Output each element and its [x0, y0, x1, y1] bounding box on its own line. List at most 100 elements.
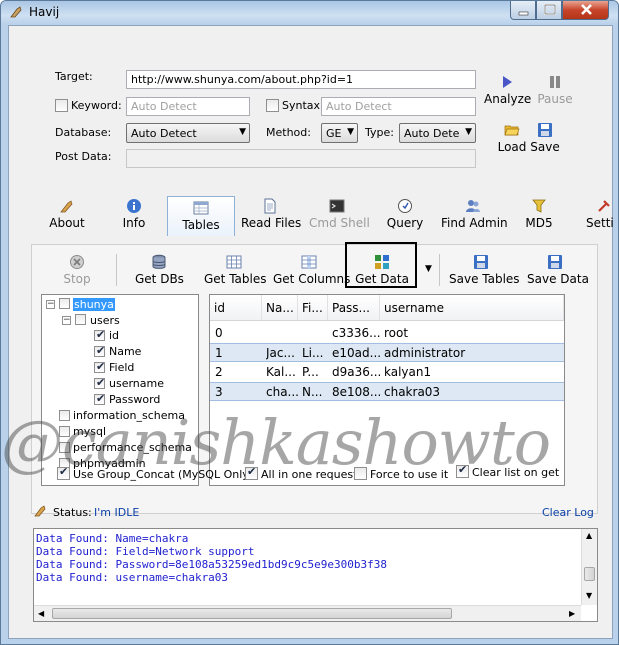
- get-data-button[interactable]: Get Data: [354, 254, 410, 286]
- chevron-down-icon: ▼: [465, 127, 472, 137]
- tab-find-admin[interactable]: Find Admin: [441, 198, 508, 230]
- tree-node-column[interactable]: Field: [109, 361, 134, 374]
- tree-node-column[interactable]: Name: [109, 345, 141, 358]
- grid-cell: P...: [302, 365, 319, 379]
- grid-cell: chakra03: [384, 385, 441, 399]
- grid-cell: kalyan1: [384, 365, 432, 379]
- pause-label: Pause: [537, 92, 573, 106]
- grid-cell: Jac...: [266, 346, 295, 360]
- log-line: Data Found: Field=Network support: [36, 545, 255, 558]
- type-select[interactable]: Auto Dete ▼: [399, 123, 476, 143]
- scroll-up-icon[interactable]: ▲: [586, 531, 592, 540]
- grid-header[interactable]: Na...: [262, 295, 298, 321]
- client-area: Target: http://www.shunya.com/about.php?…: [8, 25, 616, 639]
- save-data-button[interactable]: Save Data: [527, 254, 589, 286]
- tree-node-column[interactable]: id: [109, 329, 119, 342]
- md5-icon: [532, 199, 546, 213]
- tree-checkbox[interactable]: [75, 314, 86, 325]
- close-button[interactable]: [562, 1, 609, 20]
- status-label: Status:: [53, 506, 92, 519]
- tab-read-files[interactable]: Read Files: [241, 198, 301, 230]
- scroll-right-icon[interactable]: ▶: [569, 609, 575, 618]
- database-icon: [152, 254, 166, 269]
- table-row[interactable]: 3 cha... N... 8e108... chakra03: [210, 382, 564, 401]
- load-button[interactable]: Load: [494, 122, 530, 154]
- pause-button[interactable]: Pause: [534, 74, 576, 106]
- keyword-input[interactable]: Auto Detect: [126, 97, 250, 116]
- method-label: Method:: [266, 126, 311, 139]
- get-data-dropdown-icon[interactable]: ▼: [425, 264, 432, 274]
- postdata-input[interactable]: [126, 149, 476, 168]
- clear-log-link[interactable]: Clear Log: [542, 506, 594, 519]
- tree-expander[interactable]: −: [62, 316, 71, 325]
- log-line: Data Found: Password=8e108a53259ed1bd9c9…: [36, 558, 387, 571]
- database-select[interactable]: Auto Detect ▼: [126, 123, 250, 143]
- keyword-checkbox[interactable]: [55, 99, 68, 112]
- tab-md5-label: MD5: [525, 216, 553, 230]
- tab-tables[interactable]: Tables: [179, 200, 223, 232]
- stop-button[interactable]: Stop: [59, 254, 95, 286]
- tab-about-label: About: [49, 216, 85, 230]
- grid-header[interactable]: id: [210, 295, 262, 321]
- title-bar[interactable]: Havij: [1, 1, 618, 25]
- settings-icon: [598, 200, 610, 212]
- tree-expander[interactable]: −: [46, 300, 55, 309]
- log-box[interactable]: Data Found: Name=chakra Data Found: Fiel…: [33, 528, 598, 622]
- save-tables-button[interactable]: Save Tables: [449, 254, 520, 286]
- toolbar-separator: [439, 254, 440, 286]
- syntax-checkbox[interactable]: [266, 99, 279, 112]
- cmd-icon: [329, 199, 345, 213]
- tree-checkbox[interactable]: [94, 344, 105, 357]
- tab-cmd-shell[interactable]: Cmd Shell: [309, 198, 370, 230]
- tables-icon: [193, 201, 209, 215]
- log-hscroll-thumb[interactable]: [52, 608, 452, 619]
- tab-settings[interactable]: Setti: [586, 198, 616, 230]
- save-button[interactable]: Save: [530, 122, 560, 154]
- grid-header[interactable]: Pass...: [328, 295, 380, 321]
- syntax-input[interactable]: Auto Detect: [321, 97, 476, 116]
- tree-node-table[interactable]: users: [90, 314, 120, 327]
- get-tables-button[interactable]: Get Tables: [204, 254, 266, 286]
- tree-node-db[interactable]: shunya: [73, 298, 115, 311]
- analyze-button[interactable]: Analyze: [484, 74, 532, 106]
- get-columns-button[interactable]: Get Columns: [273, 254, 350, 286]
- tree-node-column[interactable]: Password: [109, 393, 160, 406]
- log-line: Data Found: Name=chakra: [36, 532, 189, 545]
- tree-checkbox[interactable]: [94, 392, 105, 405]
- tree-checkbox[interactable]: [94, 328, 105, 341]
- tab-find-admin-label: Find Admin: [441, 216, 508, 230]
- maximize-icon: [544, 4, 556, 15]
- grid-header[interactable]: username: [380, 295, 564, 321]
- log-vscroll-thumb[interactable]: [584, 567, 595, 581]
- tab-query[interactable]: Query: [385, 198, 425, 230]
- pause-icon: [550, 76, 560, 88]
- table-row[interactable]: 1 Jac... Li... e10ad... administrator: [210, 343, 564, 362]
- scroll-down-icon[interactable]: ▼: [586, 591, 592, 600]
- table-row[interactable]: 0 c3336... root: [210, 324, 564, 343]
- tab-info[interactable]: Info: [117, 198, 151, 230]
- save-label: Save: [530, 140, 560, 154]
- floppy-icon: [548, 255, 562, 269]
- target-input[interactable]: http://www.shunya.com/about.php?id=1: [126, 70, 476, 89]
- toolbar-separator: [116, 254, 117, 286]
- syntax-label: Syntax:: [282, 99, 324, 112]
- tab-tables-label: Tables: [182, 218, 220, 232]
- about-icon: [60, 200, 73, 213]
- tab-md5[interactable]: MD5: [523, 198, 555, 230]
- method-select[interactable]: GE ▼: [321, 123, 358, 143]
- analyze-label: Analyze: [484, 92, 532, 106]
- table-row[interactable]: 2 Kal... P... d9a36... kalyan1: [210, 363, 564, 382]
- tree-checkbox[interactable]: [94, 376, 105, 389]
- tree-node-column[interactable]: username: [109, 377, 164, 390]
- log-vscrollbar[interactable]: ▲ ▼: [581, 529, 597, 605]
- log-hscrollbar[interactable]: ◀ ▶: [34, 605, 581, 621]
- method-value: GE: [326, 127, 342, 140]
- scroll-left-icon[interactable]: ◀: [38, 609, 44, 618]
- get-dbs-button[interactable]: Get DBs: [135, 254, 184, 286]
- grid-header[interactable]: Fi...: [298, 295, 328, 321]
- maximize-button[interactable]: [536, 1, 562, 20]
- minimize-button[interactable]: [510, 1, 536, 20]
- tree-checkbox[interactable]: [94, 360, 105, 373]
- tab-about[interactable]: About: [45, 198, 89, 230]
- tree-checkbox[interactable]: [59, 298, 70, 309]
